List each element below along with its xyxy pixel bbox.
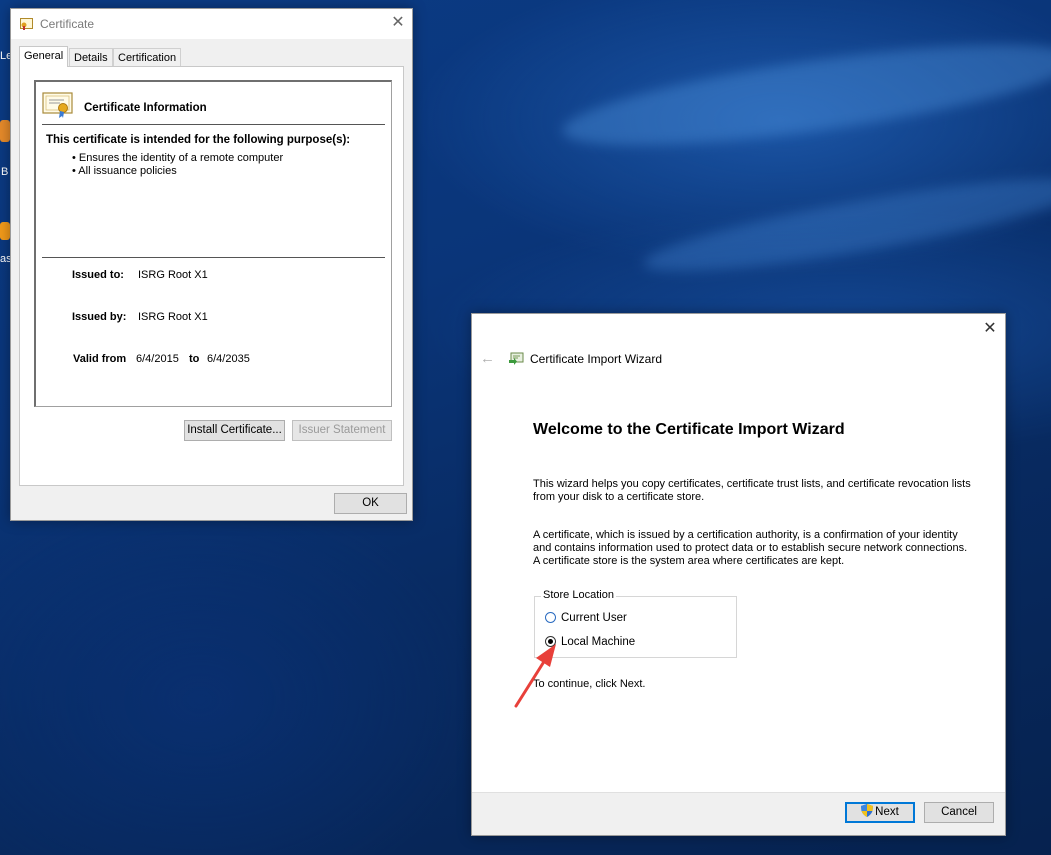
list-item: • All issuance policies [72,165,177,177]
radio-label[interactable]: Current User [561,611,627,626]
list-item: • Ensures the identity of a remote compu… [72,152,284,164]
certificate-import-icon [509,352,524,365]
install-certificate-button[interactable]: Install Certificate... [184,420,285,441]
issued-by-label: Issued by: [72,311,127,323]
next-button[interactable]: Next [845,802,915,823]
annotation-arrowhead [536,644,556,667]
divider [42,257,385,258]
certificate-info-box: Certificate Information This certificate… [34,80,392,407]
desktop-icon-label[interactable]: B [1,166,8,178]
cancel-button[interactable]: Cancel [924,802,994,823]
intro-paragraph: This wizard helps you copy certificates,… [533,478,971,503]
radio-button[interactable] [545,612,556,623]
wizard-footer: Next Cancel [472,792,1005,835]
certificate-icon [42,92,73,118]
wizard-title: Certificate Import Wizard [530,352,663,366]
issued-to-value: ISRG Root X1 [138,269,208,281]
annotation-arrow-icon [514,644,556,708]
page-title: Welcome to the Certificate Import Wizard [533,421,845,438]
group-label: Store Location [541,589,616,601]
window-title: Certificate [40,17,95,31]
purpose-list: • Ensures the identity of a remote compu… [72,152,283,178]
back-arrow-icon[interactable]: ← [480,350,495,367]
description-paragraph: A certificate, which is issued by a cert… [533,529,968,567]
continue-instruction: To continue, click Next. [533,678,646,690]
divider [42,124,385,125]
next-button-label: Next [875,806,899,818]
valid-to-label: to [189,353,200,365]
info-heading: Certificate Information [84,102,207,114]
tab-certification-path[interactable]: Certification Path [113,48,182,82]
wallpaper-light-streak [557,24,1051,166]
issued-by-value: ISRG Root X1 [138,311,208,323]
valid-to-value: 6/4/2035 [207,353,250,365]
general-tab-panel: Certificate Information This certificate… [19,66,404,486]
valid-from-label: Valid from [73,353,127,365]
purpose-heading: This certificate is intended for the fol… [46,134,351,146]
radio-label[interactable]: Local Machine [561,635,635,650]
desktop-shortcut-icon[interactable] [0,222,10,240]
issued-to-label: Issued to: [72,269,124,281]
title-bar[interactable]: Certificate ✕ [11,9,412,39]
certificate-import-wizard: ✕ ← Certificate Import Wizard Welcome to… [471,313,1006,836]
close-button[interactable]: ✕ [388,13,408,33]
issuer-statement-button[interactable]: Issuer Statement [292,420,392,441]
annotation-arrow-shaft [514,658,547,708]
store-location-group: Store Location Current User Local Machin… [534,589,737,658]
wallpaper-light-streak [639,161,1051,289]
uac-shield-icon [861,804,874,817]
certificate-icon [20,18,33,30]
ok-button[interactable]: OK [334,493,407,514]
certificate-dialog: Certificate ✕ General Details Certificat… [10,8,413,521]
valid-from-value: 6/4/2015 [136,353,179,365]
tab-general[interactable]: General [19,46,69,67]
close-button[interactable]: ✕ [980,319,1000,339]
desktop-shortcut-icon[interactable] [0,120,10,142]
tab-details[interactable]: Details [69,48,113,66]
